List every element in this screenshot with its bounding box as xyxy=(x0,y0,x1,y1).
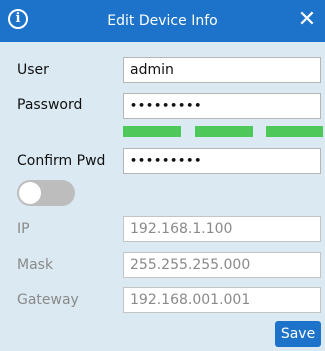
save-button[interactable]: Save xyxy=(275,321,321,347)
gateway-field[interactable]: 192.168.001.001 xyxy=(123,287,321,313)
ip-label: IP xyxy=(17,221,30,237)
toggle-knob xyxy=(19,182,41,204)
edit-device-dialog: i Edit Device Info ✕ User admin Password… xyxy=(0,0,325,351)
dhcp-toggle[interactable] xyxy=(17,180,75,206)
mask-label: Mask xyxy=(17,257,54,273)
dialog-titlebar: i Edit Device Info ✕ xyxy=(0,0,325,42)
confirm-password-label: Confirm Pwd xyxy=(17,153,106,169)
mask-field[interactable]: 255.255.255.000 xyxy=(123,252,321,278)
password-strength-segment-1 xyxy=(123,126,181,137)
password-label: Password xyxy=(17,97,83,113)
dialog-title: Edit Device Info xyxy=(107,13,218,29)
password-field[interactable]: ••••••••• xyxy=(123,93,321,119)
close-icon[interactable]: ✕ xyxy=(296,7,318,33)
password-strength-segment-2 xyxy=(195,126,253,137)
ip-field[interactable]: 192.168.1.100 xyxy=(123,216,321,242)
confirm-password-field[interactable]: ••••••••• xyxy=(123,148,321,174)
gateway-label: Gateway xyxy=(17,292,79,308)
password-strength-segment-3 xyxy=(266,126,323,137)
user-label: User xyxy=(17,62,49,78)
user-field[interactable]: admin xyxy=(123,57,321,83)
